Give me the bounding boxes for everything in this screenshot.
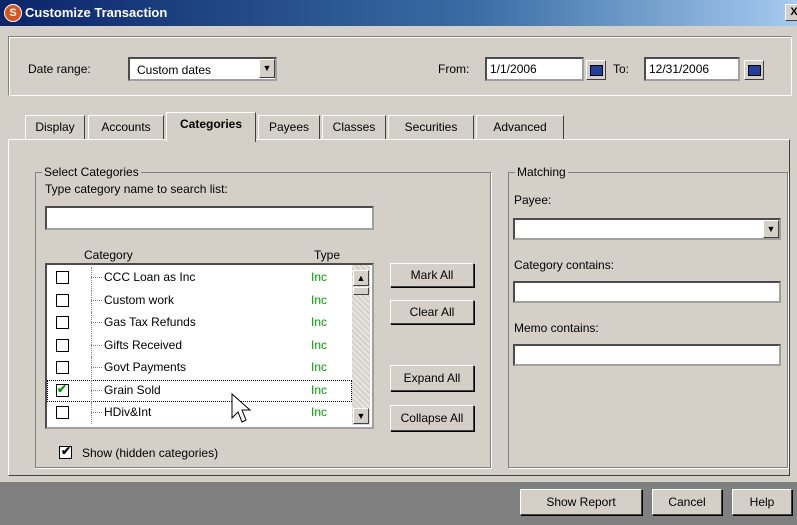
category-row[interactable]: CCC Loan as Inc Inc bbox=[47, 267, 347, 289]
category-name: Gifts Received bbox=[104, 337, 183, 352]
memo-contains-label: Memo contains: bbox=[514, 321, 599, 335]
category-row[interactable]: Custom work Inc bbox=[47, 289, 347, 312]
close-button[interactable]: X bbox=[785, 4, 797, 21]
scrollbar-thumb[interactable] bbox=[353, 287, 369, 295]
tree-line bbox=[91, 402, 92, 424]
tree-line bbox=[91, 389, 102, 391]
category-row[interactable]: HDiv&Int Inc bbox=[47, 402, 347, 424]
category-type: Inc bbox=[311, 337, 328, 352]
category-name: Govt Payments bbox=[104, 360, 187, 374]
date-range-label: Date range: bbox=[28, 62, 91, 76]
to-label: To: bbox=[613, 62, 630, 76]
scroll-up-icon[interactable]: ▲ bbox=[353, 270, 369, 286]
category-type: Inc bbox=[311, 270, 328, 284]
tree-line bbox=[91, 312, 92, 334]
tab-securities[interactable]: Securities bbox=[388, 115, 474, 139]
category-checkbox[interactable] bbox=[56, 406, 69, 419]
tree-line bbox=[91, 379, 92, 402]
tree-line bbox=[91, 299, 102, 301]
from-date-value: 1/1/2006 bbox=[490, 62, 537, 76]
category-name: HDiv&Int bbox=[104, 405, 152, 419]
tree-line bbox=[91, 344, 102, 346]
tab-accounts[interactable]: Accounts bbox=[88, 115, 164, 139]
tree-line bbox=[91, 357, 92, 379]
tab-classes[interactable]: Classes bbox=[322, 115, 386, 139]
tree-line bbox=[91, 334, 92, 357]
tab-payees[interactable]: Payees bbox=[258, 115, 320, 139]
tree-line bbox=[91, 367, 102, 368]
from-label: From: bbox=[438, 62, 470, 76]
help-button[interactable]: Help bbox=[732, 489, 792, 515]
category-name: Gas Tax Refunds bbox=[104, 315, 196, 329]
show-report-button[interactable]: Show Report bbox=[520, 489, 642, 515]
to-date-input[interactable]: 12/31/2006 bbox=[644, 57, 740, 81]
category-row[interactable]: Govt Payments Inc bbox=[47, 357, 347, 379]
calendar-icon bbox=[590, 65, 603, 76]
tree-line bbox=[91, 277, 102, 278]
search-label: Type category name to search list: bbox=[45, 182, 228, 196]
show-hidden-checkbox[interactable]: ✔ bbox=[59, 444, 72, 459]
checkmark-icon: ✔ bbox=[61, 444, 72, 458]
date-range-value: Custom dates bbox=[137, 63, 212, 77]
category-checkbox[interactable] bbox=[56, 293, 69, 307]
category-checkbox[interactable] bbox=[56, 271, 69, 284]
collapse-all-button[interactable]: Collapse All bbox=[390, 405, 474, 431]
tree-line bbox=[91, 289, 92, 312]
expand-all-button[interactable]: Expand All bbox=[390, 365, 474, 391]
payee-label: Payee: bbox=[514, 193, 552, 207]
tab-categories[interactable]: Categories bbox=[166, 112, 256, 142]
category-list[interactable]: CCC Loan as Inc Inc Custom work Inc Gas Tax … bbox=[45, 263, 374, 429]
chevron-down-icon[interactable]: ▼ bbox=[259, 59, 275, 78]
tree-line bbox=[91, 322, 102, 323]
category-contains-label: Category contains: bbox=[514, 258, 615, 272]
memo-contains-input[interactable] bbox=[513, 344, 781, 366]
type-column-header: Type bbox=[314, 248, 341, 262]
category-row[interactable]: ✔ Grain Sold Inc bbox=[47, 379, 352, 402]
category-column-header: Category bbox=[84, 248, 133, 262]
category-type: Inc bbox=[311, 360, 328, 374]
clear-all-button[interactable]: Clear All bbox=[390, 300, 474, 324]
tab-advanced[interactable]: Advanced bbox=[476, 115, 564, 139]
matching-group: Matching bbox=[508, 165, 788, 468]
tree-line bbox=[91, 267, 92, 289]
window-title: Customize Transaction bbox=[25, 5, 168, 20]
category-row[interactable]: Gifts Received Inc bbox=[47, 334, 347, 357]
to-date-value: 12/31/2006 bbox=[649, 62, 710, 76]
title-bar: S Customize Transaction X bbox=[0, 0, 797, 26]
tree-line bbox=[91, 412, 102, 413]
category-search-input[interactable] bbox=[45, 206, 374, 230]
calendar-icon bbox=[748, 65, 761, 76]
category-checkbox[interactable]: ✔ bbox=[56, 381, 69, 397]
from-calendar-button[interactable] bbox=[586, 60, 606, 80]
category-type: Inc bbox=[311, 382, 328, 397]
payee-select[interactable]: ▼ bbox=[513, 218, 781, 240]
category-row[interactable]: Gas Tax Refunds Inc bbox=[47, 312, 347, 334]
category-contains-input[interactable] bbox=[513, 281, 781, 303]
category-type: Inc bbox=[311, 405, 328, 419]
mark-all-button[interactable]: Mark All bbox=[390, 263, 474, 287]
show-hidden-label: Show (hidden categories) bbox=[82, 446, 219, 460]
category-name: Custom work bbox=[104, 292, 175, 307]
app-logo-icon: S bbox=[4, 4, 22, 22]
category-name: CCC Loan as Inc bbox=[104, 270, 196, 284]
to-calendar-button[interactable] bbox=[744, 60, 764, 80]
tab-display[interactable]: Display bbox=[25, 115, 85, 139]
category-type: Inc bbox=[311, 292, 328, 307]
mouse-cursor-icon bbox=[231, 392, 252, 423]
select-categories-title: Select Categories bbox=[42, 165, 141, 179]
category-type: Inc bbox=[311, 315, 328, 329]
category-name: Grain Sold bbox=[104, 382, 161, 397]
category-checkbox[interactable] bbox=[56, 361, 69, 374]
category-checkbox[interactable] bbox=[56, 338, 69, 352]
chevron-down-icon[interactable]: ▼ bbox=[763, 220, 779, 238]
scroll-down-icon[interactable]: ▼ bbox=[353, 408, 369, 424]
cancel-button[interactable]: Cancel bbox=[652, 489, 722, 515]
from-date-input[interactable]: 1/1/2006 bbox=[485, 57, 584, 81]
checkmark-icon: ✔ bbox=[57, 381, 68, 396]
date-range-select[interactable]: Custom dates ▼ bbox=[128, 57, 277, 81]
matching-title: Matching bbox=[515, 165, 568, 179]
category-checkbox[interactable] bbox=[56, 316, 69, 329]
